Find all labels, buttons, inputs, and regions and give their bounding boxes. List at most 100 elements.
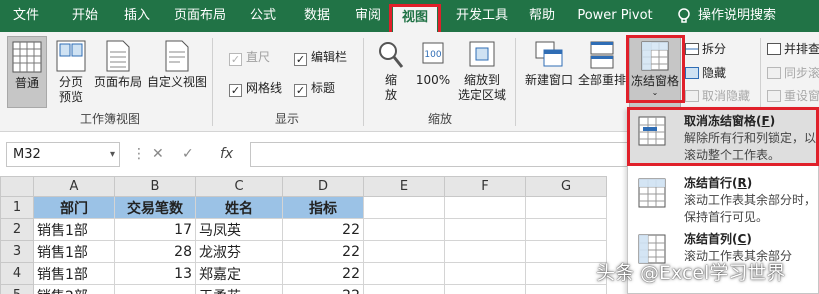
cell[interactable] xyxy=(363,196,445,219)
column-header[interactable]: F xyxy=(444,176,526,197)
title-text: 冻结首行( xyxy=(684,176,738,190)
cell[interactable]: 28 xyxy=(114,240,196,263)
row-header[interactable]: 3 xyxy=(0,240,34,263)
cell[interactable]: 龙淑芬 xyxy=(195,240,283,263)
view-side-by-side-button[interactable]: 并排查看 xyxy=(767,41,819,57)
cell[interactable]: 22 xyxy=(282,262,364,285)
column-header[interactable]: E xyxy=(363,176,445,197)
column-header[interactable]: B xyxy=(114,176,196,197)
cell[interactable]: 22 xyxy=(282,218,364,241)
freeze-top-row-title: 冻结首行(R) xyxy=(684,176,753,190)
tab-view[interactable]: 视图 xyxy=(393,5,437,35)
page-layout-view-button[interactable]: 页面布局 xyxy=(92,36,144,108)
cell[interactable]: 交易笔数 xyxy=(114,196,196,219)
column-header[interactable]: G xyxy=(525,176,607,197)
cell[interactable] xyxy=(444,262,526,285)
cell[interactable]: 销售1部 xyxy=(33,218,115,241)
insert-function-icon[interactable]: fx xyxy=(220,142,233,167)
ruler-checkbox[interactable]: ✓ 直尺 xyxy=(229,49,270,66)
cell[interactable]: 郑嘉定 xyxy=(195,262,283,285)
tab-review[interactable]: 审阅 xyxy=(346,0,390,32)
lightbulb-icon[interactable] xyxy=(673,0,695,32)
group-separator xyxy=(363,38,364,126)
cell[interactable] xyxy=(525,218,607,241)
cell[interactable] xyxy=(525,240,607,263)
new-window-button[interactable]: 新建窗口 xyxy=(521,40,577,106)
cell[interactable] xyxy=(444,196,526,219)
cancel-icon[interactable]: ✕ xyxy=(152,142,164,167)
cell[interactable]: 姓名 xyxy=(195,196,283,219)
tab-data[interactable]: 数据 xyxy=(295,0,339,32)
column-header[interactable]: D xyxy=(282,176,364,197)
cell[interactable]: 销售1部 xyxy=(33,240,115,263)
formula-bar-checkbox[interactable]: ✓ 编辑栏 xyxy=(294,49,347,66)
hide-icon xyxy=(685,67,699,79)
tab-home[interactable]: 开始 xyxy=(62,0,108,32)
cell[interactable]: 销售1部 xyxy=(33,262,115,285)
row-header[interactable]: 2 xyxy=(0,218,34,241)
cell[interactable]: 王柔花 xyxy=(195,284,283,294)
unfreeze-panes-title: 取消冻结窗格(F) xyxy=(684,114,776,128)
cell[interactable] xyxy=(525,196,607,219)
watermark: 头条 @Excel学习世界 xyxy=(596,262,786,284)
name-box[interactable]: M32 ▾ xyxy=(6,142,120,167)
zoom-button[interactable]: 缩 放 xyxy=(372,38,410,108)
ruler-check-icon: ✓ xyxy=(229,53,242,66)
cell[interactable] xyxy=(444,240,526,263)
cell[interactable]: 马凤英 xyxy=(195,218,283,241)
cell[interactable] xyxy=(444,284,526,294)
zoom-100-button[interactable]: 100 100% xyxy=(413,38,453,108)
cell[interactable] xyxy=(525,284,607,294)
cell[interactable]: 22 xyxy=(282,240,364,263)
tab-formulas[interactable]: 公式 xyxy=(241,0,285,32)
gridlines-checkbox[interactable]: ✓ 网格线 xyxy=(229,80,282,97)
enter-icon[interactable]: ✓ xyxy=(182,142,194,167)
row-header[interactable]: 4 xyxy=(0,262,34,285)
freeze-first-column-title: 冻结首列(C) xyxy=(684,232,752,246)
cell[interactable] xyxy=(363,218,445,241)
page-break-preview-button[interactable]: 分页 预览 xyxy=(52,36,90,108)
cell[interactable]: 指标 xyxy=(282,196,364,219)
normal-view-button[interactable]: 普通 xyxy=(7,36,47,108)
tab-help[interactable]: 帮助 xyxy=(522,0,562,32)
tab-insert[interactable]: 插入 xyxy=(115,0,159,32)
row-header[interactable]: 5 xyxy=(0,284,34,294)
normal-view-label: 普通 xyxy=(14,76,39,90)
cell[interactable] xyxy=(363,284,445,294)
headings-checkbox[interactable]: ✓ 标题 xyxy=(294,80,335,97)
arrange-all-button[interactable]: 全部重排 xyxy=(577,40,627,106)
tab-power-pivot[interactable]: Power Pivot xyxy=(575,0,655,32)
freeze-top-row-item[interactable]: 冻结首行(R) 滚动工作表其余部分时，保持首行可见。 xyxy=(628,170,818,228)
split-button[interactable]: 拆分 xyxy=(685,41,726,57)
cell[interactable] xyxy=(114,284,196,294)
unfreeze-panes-item[interactable]: 取消冻结窗格(F) 解除所有行和列锁定，以滚动整个工作表。 xyxy=(628,108,818,166)
cell[interactable] xyxy=(525,262,607,285)
reset-window-position-button[interactable]: 重设窗口位置 xyxy=(767,88,819,104)
cell[interactable] xyxy=(363,262,445,285)
tab-developer[interactable]: 开发工具 xyxy=(449,0,515,32)
select-all-corner[interactable] xyxy=(0,176,34,197)
tab-page-layout[interactable]: 页面布局 xyxy=(168,0,232,32)
custom-views-button[interactable]: 自定义视图 xyxy=(146,36,208,108)
formula-input[interactable] xyxy=(250,142,630,167)
column-header[interactable]: C xyxy=(195,176,283,197)
row-header[interactable]: 1 xyxy=(0,196,34,219)
unhide-button[interactable]: 取消隐藏 xyxy=(685,88,750,104)
zoom-to-selection-button[interactable]: 缩放到 选定区域 xyxy=(454,38,510,108)
freeze-panes-button[interactable]: 冻结窗格 ⌄ xyxy=(629,36,681,108)
sync-scroll-button[interactable]: 同步滚动 xyxy=(767,65,819,81)
cell[interactable]: 销售2部 xyxy=(33,284,115,294)
formula-bar-label: 编辑栏 xyxy=(311,50,348,64)
cell[interactable] xyxy=(363,240,445,263)
cell[interactable] xyxy=(444,218,526,241)
cell[interactable]: 部门 xyxy=(33,196,115,219)
tab-file[interactable]: 文件 xyxy=(4,0,48,32)
column-header[interactable]: A xyxy=(33,176,115,197)
cell[interactable]: 22 xyxy=(282,284,364,294)
tell-me-search[interactable]: 操作说明搜索 xyxy=(698,0,808,32)
cell[interactable]: 17 xyxy=(114,218,196,241)
ruler-label: 直尺 xyxy=(246,50,271,64)
hide-button[interactable]: 隐藏 xyxy=(685,65,726,81)
cell[interactable]: 13 xyxy=(114,262,196,285)
chevron-down-icon[interactable]: ▾ xyxy=(110,143,115,166)
